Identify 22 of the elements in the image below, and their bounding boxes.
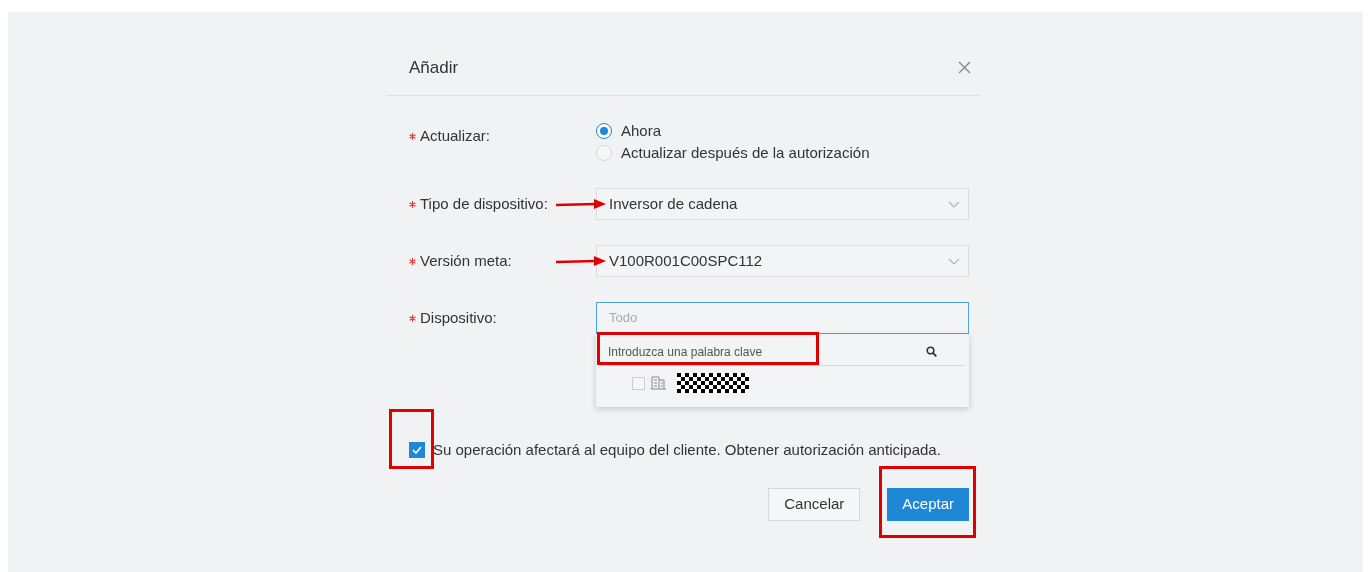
redacted-name-drawing	[677, 373, 749, 393]
search-icon	[926, 346, 937, 357]
consent-checkbox[interactable]	[409, 442, 425, 459]
checkbox[interactable]	[632, 376, 645, 390]
checkmark-icon	[412, 446, 422, 455]
field-label: Dispositivo:	[420, 307, 497, 328]
cancel-button[interactable]: Cancelar	[768, 487, 861, 521]
select-field[interactable]: V100R001C00SPC112	[596, 245, 969, 277]
field-label: Tipo de dispositivo:	[420, 193, 548, 214]
field-label: Versión meta:	[420, 250, 512, 271]
radio-option[interactable]: Ahora	[596, 121, 870, 141]
field-label: Actualizar:	[420, 125, 491, 146]
dialog-title: Añadir	[409, 56, 459, 79]
consent-text: Su operación afectará al equipo del cliente. Obtener autorización anticipada.	[433, 440, 941, 460]
select-field[interactable]: Inversor de cadena	[596, 188, 969, 220]
building-icon	[651, 376, 666, 390]
chevron-down-icon	[948, 200, 960, 208]
accept-button[interactable]: Aceptar	[887, 487, 969, 521]
radio-option[interactable]: Actualizar después de la autorización	[596, 143, 870, 163]
keyword-search-field[interactable]: Introduzca una palabra clave	[600, 338, 965, 366]
close-icon[interactable]	[958, 61, 971, 74]
chevron-down-icon	[948, 257, 960, 265]
